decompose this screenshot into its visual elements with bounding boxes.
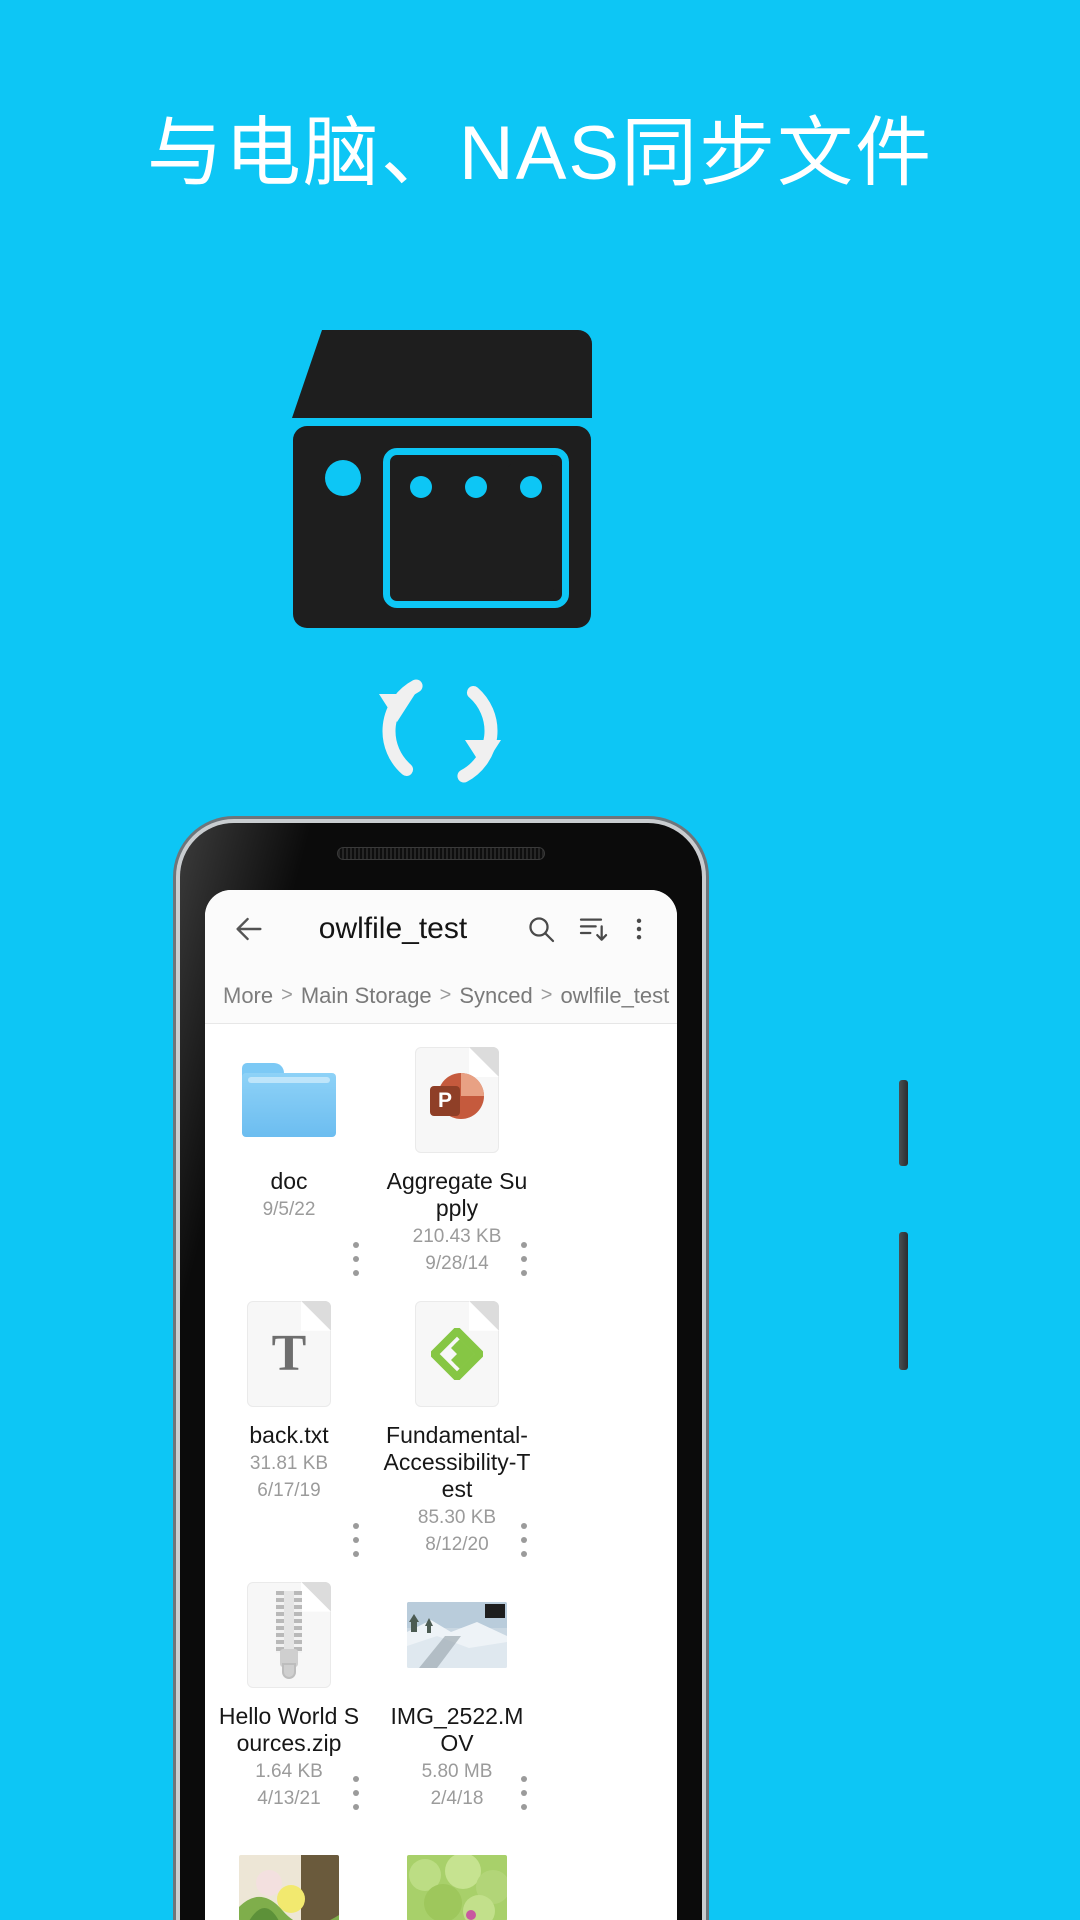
file-date: 4/13/21 <box>257 1787 321 1809</box>
file-size: 5.80 MB <box>421 1760 493 1782</box>
phone-mockup: owlfile_test More > Main Storage > Synce… <box>180 823 702 1920</box>
breadcrumb-separator: > <box>540 984 553 1006</box>
file-size: 210.43 KB <box>412 1226 502 1248</box>
folder-icon <box>239 1046 339 1154</box>
breadcrumb-item-main-storage[interactable]: Main Storage <box>301 983 432 1009</box>
overflow-menu-icon <box>636 918 642 940</box>
text-file-icon: T <box>239 1300 339 1408</box>
nas-drive-bay <box>507 462 555 594</box>
zip-file-icon <box>239 1581 339 1689</box>
breadcrumb-item-more[interactable]: More <box>223 983 273 1009</box>
powerpoint-file-icon: P <box>407 1046 507 1154</box>
file-date: 9/5/22 <box>262 1199 316 1221</box>
file-date: 9/28/14 <box>425 1253 489 1274</box>
breadcrumb-separator: > <box>439 984 452 1006</box>
nas-power-led <box>325 460 361 496</box>
item-overflow-menu-icon[interactable] <box>345 1776 367 1811</box>
file-grid: doc 9/5/22 P Aggregate Supply 210.43 KB … <box>205 1024 677 1920</box>
breadcrumb-item-owlfile-test[interactable]: owlfile_test <box>560 983 669 1009</box>
file-name: Hello World Sources.zip <box>218 1702 360 1756</box>
search-button[interactable] <box>515 913 567 945</box>
nas-server-icon <box>290 330 592 630</box>
file-name: Aggregate Supply <box>386 1168 528 1222</box>
file-item[interactable]: Fundamental-Accessibility-Test 85.30 KB … <box>373 1286 541 1567</box>
search-icon <box>529 917 555 943</box>
sort-descending-icon <box>579 918 608 941</box>
sync-arrows-icon <box>373 664 507 798</box>
photo-thumbnail <box>239 1834 339 1920</box>
nas-top-shell <box>292 330 592 418</box>
file-item[interactable]: T back.txt 31.81 KB 6/17/19 <box>205 1286 373 1567</box>
file-item[interactable] <box>205 1820 373 1920</box>
phone-power-button[interactable] <box>899 1232 908 1370</box>
earpiece-speaker <box>337 847 545 860</box>
page-title-app: owlfile_test <box>318 912 468 945</box>
phone-screen: owlfile_test More > Main Storage > Synce… <box>205 890 677 1920</box>
file-date: 8/12/20 <box>425 1533 489 1555</box>
item-overflow-menu-icon[interactable] <box>513 1776 535 1811</box>
epub-file-icon <box>407 1300 507 1408</box>
file-item[interactable] <box>373 1820 541 1920</box>
nas-drive-bays <box>383 448 569 608</box>
sort-button[interactable] <box>567 913 619 945</box>
file-name: doc <box>270 1168 308 1194</box>
promo-screenshot: 与电脑、NAS同步文件 owlfile_test More > Main Sto… <box>0 0 1080 1920</box>
file-date: 2/4/18 <box>430 1787 484 1809</box>
breadcrumb[interactable]: More > Main Storage > Synced > owlfile_t… <box>205 968 677 1024</box>
breadcrumb-separator: > <box>281 984 293 1006</box>
file-size: 31.81 KB <box>249 1452 329 1474</box>
phone-volume-button[interactable] <box>899 1080 908 1166</box>
back-button[interactable] <box>223 912 275 946</box>
nas-body-shell <box>293 426 591 628</box>
video-thumbnail <box>407 1581 507 1689</box>
file-name: IMG_2522.MOV <box>390 1702 524 1756</box>
file-date: 6/17/19 <box>257 1479 321 1501</box>
file-name: Fundamental-Accessibility-Test <box>383 1421 531 1502</box>
nas-drive-bay <box>397 462 445 594</box>
item-overflow-menu-icon[interactable] <box>513 1522 535 1557</box>
file-item[interactable]: doc 9/5/22 <box>205 1032 373 1286</box>
app-toolbar: owlfile_test <box>205 890 677 968</box>
page-title: 与电脑、NAS同步文件 <box>146 111 934 196</box>
item-overflow-menu-icon[interactable] <box>345 1241 367 1276</box>
item-overflow-menu-icon[interactable] <box>513 1241 535 1276</box>
overflow-menu-button[interactable] <box>619 915 659 943</box>
file-item[interactable]: P Aggregate Supply 210.43 KB 9/28/14 <box>373 1032 541 1286</box>
item-overflow-menu-icon[interactable] <box>345 1522 367 1557</box>
breadcrumb-item-synced[interactable]: Synced <box>459 983 532 1009</box>
file-size: 1.64 KB <box>255 1760 323 1782</box>
photo-thumbnail <box>407 1834 507 1920</box>
file-size: 85.30 KB <box>417 1507 497 1529</box>
file-name: back.txt <box>249 1421 329 1448</box>
nas-drive-bay <box>452 462 500 594</box>
back-arrow-icon <box>236 917 262 941</box>
file-item[interactable]: IMG_2522.MOV 5.80 MB 2/4/18 <box>373 1567 541 1821</box>
file-item[interactable]: Hello World Sources.zip 1.64 KB 4/13/21 <box>205 1567 373 1821</box>
